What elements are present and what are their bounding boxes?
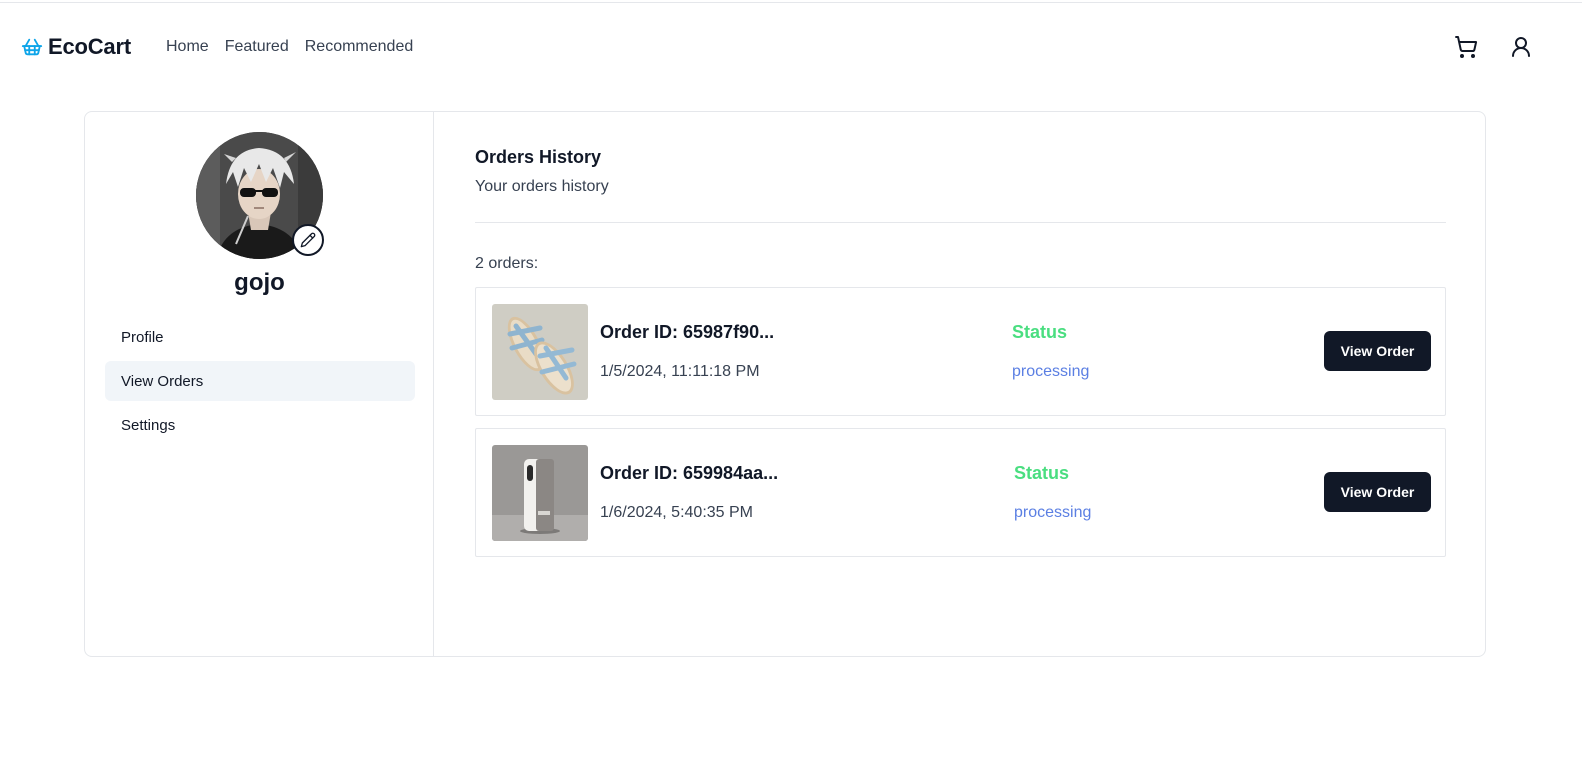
- divider: [475, 222, 1446, 223]
- phone-case-image: [492, 445, 588, 541]
- order-id: Order ID: 659984aa...: [600, 463, 779, 483]
- brand-logo-link[interactable]: EcoCart: [21, 34, 131, 60]
- order-card: Order ID: 65987f90... 1/5/2024, 11:11:18…: [475, 287, 1446, 416]
- order-id: Order ID: 65987f90...: [600, 322, 775, 342]
- orders-panel: Orders History Your orders history 2 ord…: [475, 112, 1447, 656]
- menu-item-settings[interactable]: Settings: [105, 405, 415, 445]
- profile-menu: Profile View Orders Settings: [105, 317, 415, 449]
- user-icon: [1512, 37, 1530, 57]
- view-order-button[interactable]: View Order: [1324, 472, 1431, 512]
- cart-button[interactable]: [1453, 34, 1479, 60]
- order-thumbnail: [492, 304, 588, 400]
- order-date: 1/5/2024, 11:11:18 PM: [600, 363, 760, 380]
- main-nav: Home Featured Recommended: [166, 38, 413, 56]
- brand-name: EcoCart: [48, 34, 131, 59]
- nav-home-link[interactable]: Home: [166, 38, 209, 56]
- menu-item-view-orders[interactable]: View Orders: [105, 361, 415, 401]
- orders-count: 2 orders:: [475, 255, 539, 272]
- order-date: 1/6/2024, 5:40:35 PM: [600, 504, 753, 521]
- view-order-button[interactable]: View Order: [1324, 331, 1431, 371]
- avatar-container: [196, 132, 324, 260]
- status-label: Status: [1014, 463, 1070, 483]
- sandals-image: [492, 304, 588, 400]
- profile-sidebar: gojo Profile View Orders Settings: [85, 112, 434, 656]
- cart-icon: [1455, 36, 1478, 58]
- page-subtitle: Your orders history: [475, 178, 609, 195]
- top-navbar: EcoCart Home Featured Recommended: [0, 3, 1582, 91]
- basket-icon: [21, 38, 43, 56]
- username: gojo: [234, 269, 285, 296]
- order-thumbnail: [492, 445, 588, 541]
- menu-item-profile[interactable]: Profile: [105, 317, 415, 357]
- edit-avatar-button[interactable]: [292, 224, 324, 256]
- page-title: Orders History: [475, 147, 602, 167]
- status-label: Status: [1012, 322, 1068, 342]
- status-value: processing: [1014, 504, 1092, 521]
- nav-recommended-link[interactable]: Recommended: [305, 38, 414, 56]
- account-card: gojo Profile View Orders Settings Orders…: [84, 111, 1486, 657]
- order-card: Order ID: 659984aa... 1/6/2024, 5:40:35 …: [475, 428, 1446, 557]
- pencil-icon: [300, 232, 316, 248]
- account-button[interactable]: [1508, 34, 1534, 60]
- nav-featured-link[interactable]: Featured: [225, 38, 289, 56]
- status-value: processing: [1012, 363, 1090, 380]
